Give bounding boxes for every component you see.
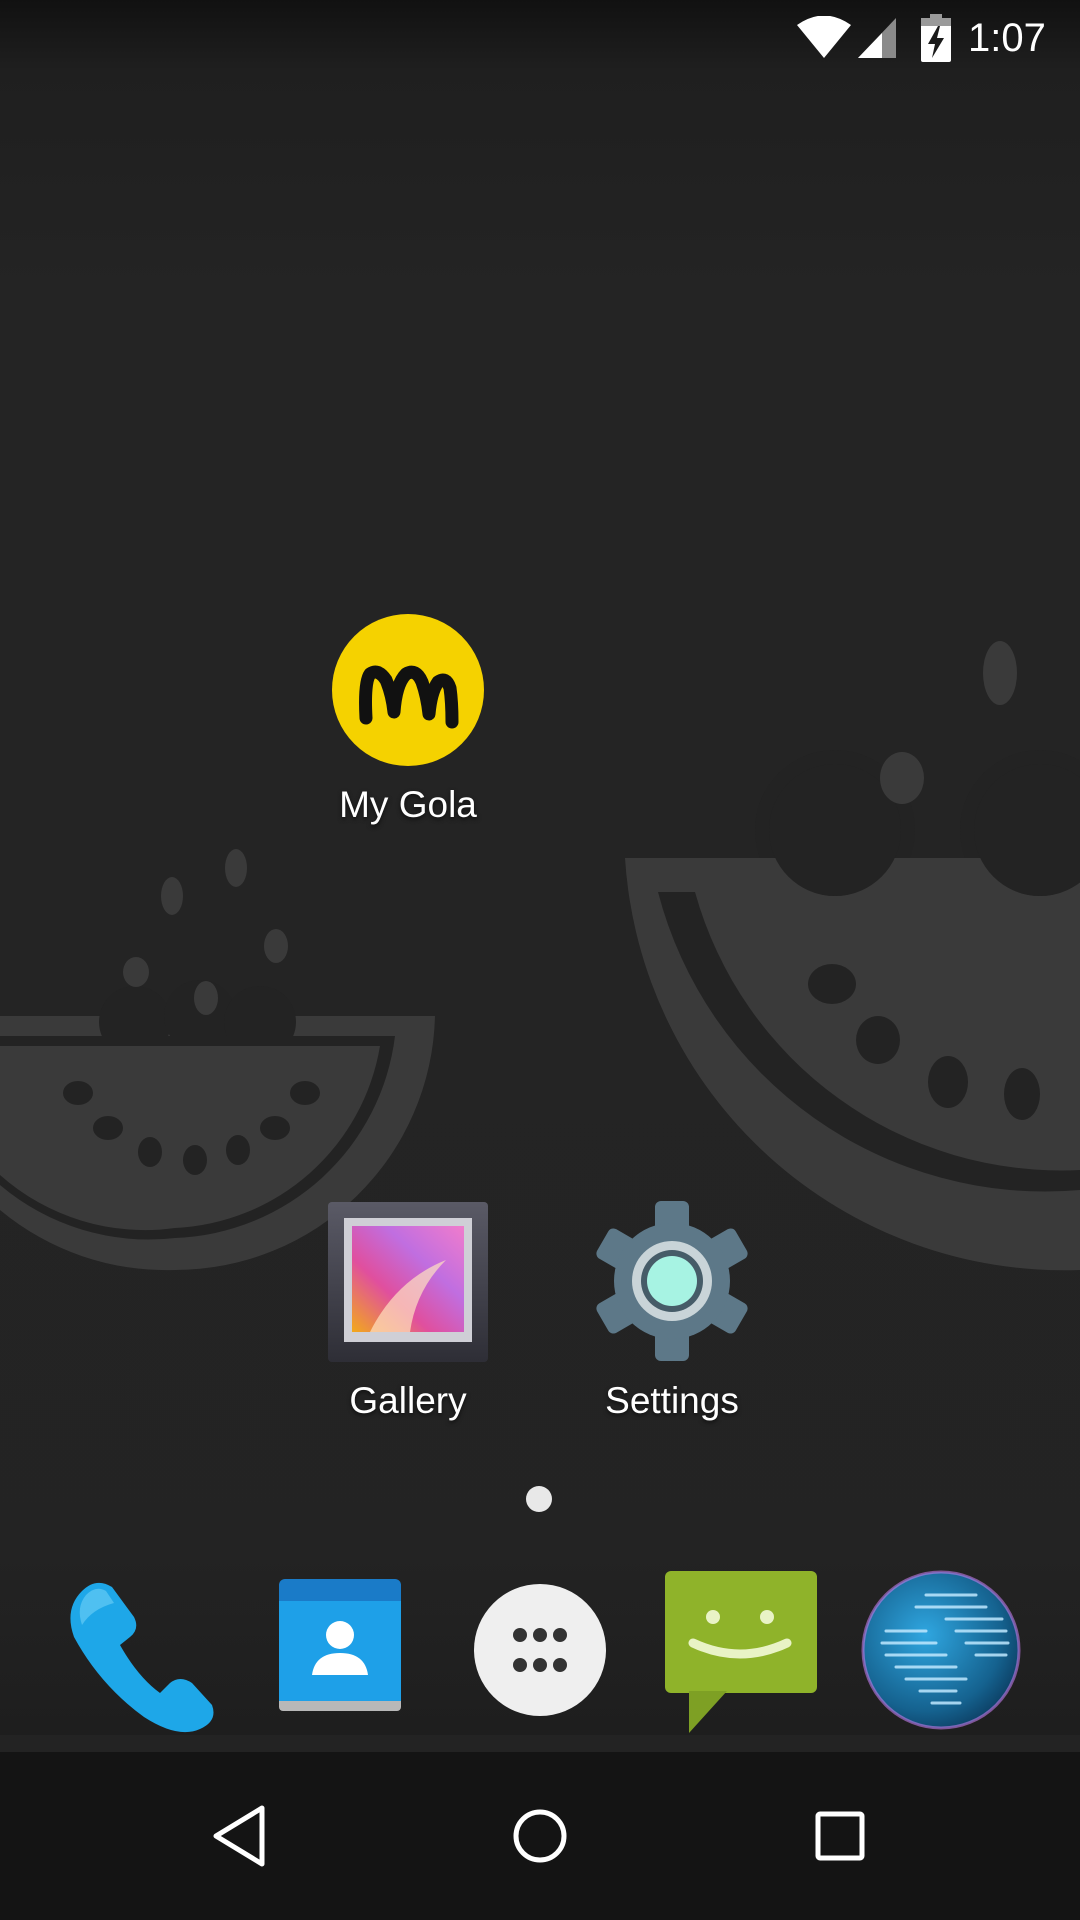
mygola-logo-icon [332, 614, 484, 766]
all-apps-icon[interactable] [455, 1565, 625, 1735]
dock [0, 1545, 1080, 1735]
contacts-icon[interactable] [255, 1565, 425, 1735]
home-screen: 1:07 My Gola Gallery Settings [0, 0, 1080, 1920]
app-settings[interactable]: Settings [552, 1198, 792, 1424]
browser-globe-icon[interactable] [856, 1565, 1026, 1735]
app-label-my-gola: My Gola [339, 784, 477, 825]
home-icon[interactable] [498, 1794, 582, 1878]
status-clock: 1:07 [968, 16, 1046, 60]
status-bar: 1:07 [0, 0, 1080, 75]
wifi-icon [797, 16, 851, 58]
back-icon[interactable] [198, 1794, 282, 1878]
navigation-bar [0, 1752, 1080, 1920]
app-gallery[interactable]: Gallery [288, 1200, 528, 1424]
app-label-gallery: Gallery [349, 1380, 467, 1421]
app-label-settings: Settings [605, 1380, 739, 1421]
messaging-icon[interactable] [655, 1565, 825, 1735]
cell-signal-icon [858, 18, 896, 58]
phone-icon[interactable] [52, 1565, 222, 1735]
gallery-icon [328, 1202, 488, 1362]
settings-gear-icon [596, 1201, 748, 1361]
recents-icon[interactable] [798, 1794, 882, 1878]
page-indicator-dot [526, 1486, 552, 1512]
app-my-gola[interactable]: My Gola [288, 612, 528, 828]
battery-charging-icon [921, 14, 951, 62]
